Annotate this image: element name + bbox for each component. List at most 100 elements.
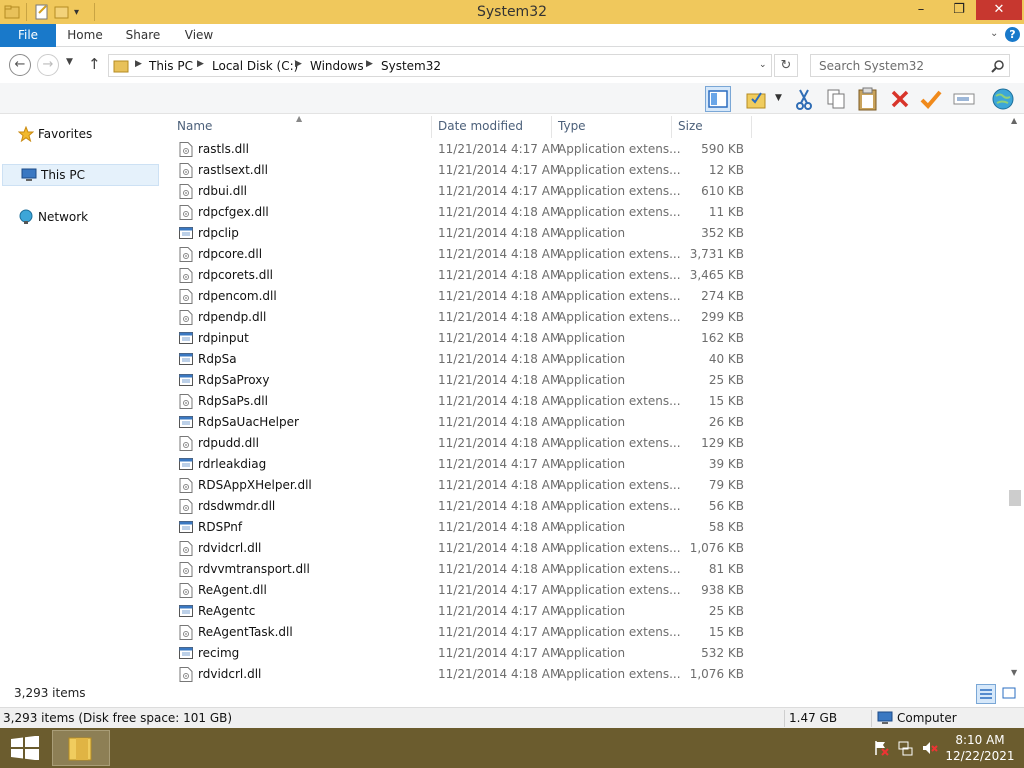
file-row[interactable]: rdpclip 11/21/2014 4:18 AM Application 352 … [170,223,752,244]
tab-view[interactable]: View [174,24,224,47]
breadcrumb-windows[interactable]: Windows [310,59,364,73]
file-row[interactable]: rdpcfgex.dll 11/21/2014 4:18 AM Applicatio… [170,202,752,223]
help-icon[interactable]: ? [1005,27,1020,42]
file-row[interactable]: rdpendp.dll 11/21/2014 4:18 AM Application… [170,307,752,328]
close-button[interactable]: ✕ [976,0,1022,20]
file-row[interactable]: RDSAppXHelper.dll 11/21/2014 4:18 AM Appli… [170,475,752,496]
column-header-type[interactable]: Type [551,114,671,138]
status-bar: 3,293 items (Disk free space: 101 GB) 1.… [0,707,1024,728]
file-row[interactable]: rdvidcrl.dll 11/21/2014 4:18 AM Applicatio… [170,538,752,559]
scroll-down-icon[interactable]: ▼ [1011,668,1017,677]
address-dropdown-icon[interactable]: ⌄ [759,60,767,70]
nav-item-network[interactable]: Network [18,206,175,228]
file-date: 11/21/2014 4:18 AM [438,352,561,366]
maximize-button[interactable]: ❐ [942,0,976,20]
cut-icon[interactable] [791,86,817,112]
system-clock[interactable]: 8:10 AM 12/22/2021 [944,732,1016,764]
address-bar[interactable]: ▶ This PC ▶ Local Disk (C:) ▶ Windows ▶ … [108,54,772,77]
tab-share[interactable]: Share [118,24,168,47]
refresh-button[interactable]: ↻ [774,54,798,77]
copy-icon[interactable] [823,86,849,112]
file-size: 40 KB [708,352,744,366]
breadcrumb-separator-icon: ▶ [197,59,204,69]
file-row[interactable]: rdrleakdiag 11/21/2014 4:17 AM Application… [170,454,752,475]
file-date: 11/21/2014 4:17 AM [438,163,561,177]
breadcrumb-local-disk[interactable]: Local Disk (C:) [212,59,298,73]
action-center-flag-icon[interactable] [873,740,889,756]
preview-pane-icon[interactable] [705,86,731,112]
application-icon [179,605,193,617]
file-name: rdpencom.dll [198,289,277,303]
details-view-icon[interactable] [976,684,996,704]
item-count: 3,293 items [14,686,86,700]
delete-icon[interactable] [887,86,913,112]
file-row[interactable]: rdvvmtransport.dll 11/21/2014 4:18 AM Appl… [170,559,752,580]
minimize-button[interactable]: – [904,0,938,20]
file-row[interactable]: rastlsext.dll 11/21/2014 4:17 AM Applicati… [170,160,752,181]
file-row[interactable]: rdvidcrl.dll 11/21/2014 4:18 AM Applicatio… [170,664,752,682]
search-input[interactable]: Search System32 [810,54,1010,77]
file-row[interactable]: RdpSaProxy 11/21/2014 4:18 AM Application 2… [170,370,752,391]
large-icons-view-icon[interactable] [1000,684,1020,704]
file-name: rdpcore.dll [198,247,263,261]
dll-file-icon [179,562,193,577]
file-row[interactable]: rdpcorets.dll 11/21/2014 4:18 AM Applicati… [170,265,752,286]
nav-item-this-pc[interactable]: This PC [2,164,159,186]
file-type: Application [558,457,626,471]
file-row[interactable]: RDSPnf 11/21/2014 4:18 AM Application 58 KB [170,517,752,538]
file-type: Application extens... [558,478,681,492]
search-icon[interactable] [991,59,1005,73]
column-header-date[interactable]: Date modified [431,114,551,138]
application-icon [179,458,193,470]
nav-item-favorites[interactable]: Favorites [18,123,175,145]
column-header-name[interactable]: Name [170,114,432,138]
breadcrumb-this-pc[interactable]: This PC [149,59,193,73]
column-header-size[interactable]: Size [671,114,751,138]
file-date: 11/21/2014 4:18 AM [438,436,561,450]
file-size: 3,731 KB [689,247,744,261]
file-name: RdpSaUacHelper [198,415,299,429]
paste-icon[interactable] [855,86,881,112]
file-row[interactable]: rdbui.dll 11/21/2014 4:17 AM Application e… [170,181,752,202]
folder-options-dropdown-icon[interactable]: ▼ [775,93,782,103]
file-name: rdpclip [198,226,239,240]
tab-file[interactable]: File [0,24,56,47]
file-row[interactable]: RdpSa 11/21/2014 4:18 AM Application 40 KB [170,349,752,370]
file-row[interactable]: ReAgentTask.dll 11/21/2014 4:17 AM Applica… [170,622,752,643]
rename-icon[interactable] [951,86,977,112]
network-status-icon[interactable] [898,740,914,756]
scrollbar-thumb[interactable] [1009,490,1021,506]
volume-muted-icon[interactable] [922,740,938,756]
forward-button[interactable]: → [37,54,59,76]
file-row[interactable]: ReAgent.dll 11/21/2014 4:17 AM Application… [170,580,752,601]
ribbon-tabs: File Home Share View ⌄ ? [0,24,1024,47]
file-type: Application extens... [558,625,681,639]
file-row[interactable]: rdpencom.dll 11/21/2014 4:18 AM Applicatio… [170,286,752,307]
vertical-scrollbar[interactable]: ▲ ▼ [1008,114,1024,680]
file-row[interactable]: recimg 11/21/2014 4:17 AM Application 532 K… [170,643,752,664]
file-row[interactable]: rdpcore.dll 11/21/2014 4:18 AM Application… [170,244,752,265]
taskbar-file-explorer[interactable] [52,730,110,766]
tab-home[interactable]: Home [60,24,110,47]
file-size: 25 KB [708,373,744,387]
select-checkmark-icon[interactable] [918,86,944,112]
file-row[interactable]: RdpSaUacHelper 11/21/2014 4:18 AM Applicat… [170,412,752,433]
file-row[interactable]: rastls.dll 11/21/2014 4:17 AM Application … [170,139,752,160]
back-button[interactable]: ← [9,54,31,76]
expand-ribbon-icon[interactable]: ⌄ [990,28,998,39]
globe-icon[interactable] [990,86,1016,112]
up-button[interactable]: ↑ [88,55,101,73]
file-date: 11/21/2014 4:18 AM [438,205,561,219]
start-button[interactable] [10,735,40,761]
scroll-up-icon[interactable]: ▲ [1011,116,1017,125]
folder-options-icon[interactable] [744,86,770,112]
file-row[interactable]: rdpinput 11/21/2014 4:18 AM Application 162… [170,328,752,349]
file-type: Application extens... [558,184,681,198]
file-row[interactable]: rdsdwmdr.dll 11/21/2014 4:18 AM Applicatio… [170,496,752,517]
file-row[interactable]: RdpSaPs.dll 11/21/2014 4:18 AM Application… [170,391,752,412]
breadcrumb-system32[interactable]: System32 [381,59,441,73]
file-row[interactable]: ReAgentc 11/21/2014 4:17 AM Application 25 … [170,601,752,622]
file-size: 26 KB [708,415,744,429]
file-row[interactable]: rdpudd.dll 11/21/2014 4:18 AM Application … [170,433,752,454]
recent-locations-icon[interactable]: ▼ [66,57,73,67]
